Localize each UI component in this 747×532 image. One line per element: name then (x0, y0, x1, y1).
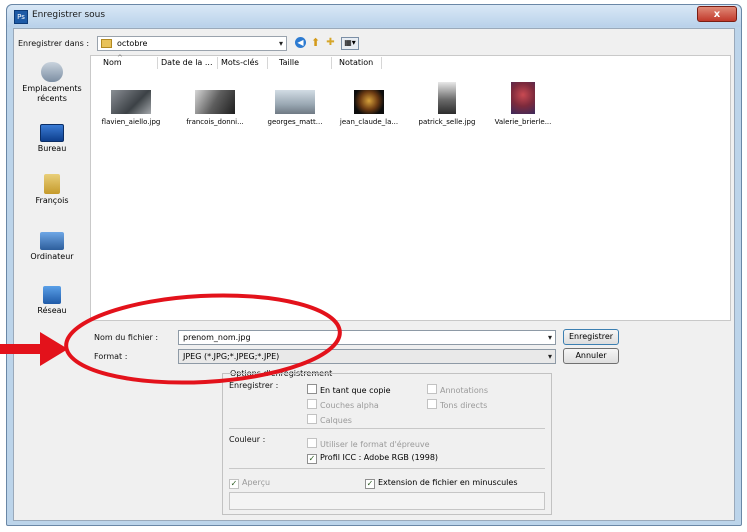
column-separator (381, 57, 382, 69)
annotations-checkbox[interactable]: Annotations (427, 384, 488, 395)
network-icon (43, 286, 61, 304)
sort-arrow-icon: ^ (117, 54, 123, 62)
dialog-title: Enregistrer sous (32, 10, 106, 20)
save-as-dialog: Ps Enregistrer sous x Enregistrer dans :… (6, 4, 742, 526)
lowercase-extension-checkbox[interactable]: ✓ Extension de fichier en minuscules (365, 478, 517, 489)
up-folder-icon[interactable]: ⬆ (310, 37, 321, 48)
checkmark-icon: ✓ (365, 479, 375, 489)
as-copy-label: En tant que copie (320, 386, 391, 395)
lowercase-extension-label: Extension de fichier en minuscules (378, 478, 518, 487)
chevron-down-icon: ▾ (278, 39, 283, 48)
file-item[interactable]: flavien_aiello.jpg (89, 80, 173, 126)
file-thumbnail (511, 82, 535, 114)
file-name: flavien_aiello.jpg (101, 118, 161, 126)
spot-colors-checkbox[interactable]: Tons directs (427, 399, 487, 410)
place-label: Emplacements récents (22, 84, 82, 103)
new-folder-icon[interactable]: ✚ (325, 37, 336, 48)
file-item[interactable]: Valerie_brierle... (481, 80, 565, 126)
close-button[interactable]: x (697, 6, 737, 22)
place-label: Bureau (37, 144, 67, 153)
alpha-channels-checkbox[interactable]: Couches alpha (307, 399, 379, 410)
checkmark-icon: ✓ (307, 454, 317, 464)
proof-setup-checkbox[interactable]: Utiliser le format d'épreuve (307, 438, 430, 449)
save-button[interactable]: Enregistrer (563, 329, 619, 345)
column-header-keywords[interactable]: Mots-clés (221, 58, 259, 67)
file-thumbnail (111, 90, 151, 114)
location-value: octobre (117, 39, 148, 48)
title-bar: Ps Enregistrer sous x (7, 5, 741, 27)
file-item[interactable]: francois_donni... (173, 80, 257, 126)
layers-label: Calques (320, 416, 352, 425)
chevron-down-icon: ▾ (547, 352, 552, 361)
layers-checkbox[interactable]: Calques (307, 414, 352, 425)
folder-icon (101, 39, 112, 48)
column-header-size[interactable]: Taille (279, 58, 299, 67)
checkbox-box (427, 384, 437, 394)
place-desktop[interactable]: Bureau (18, 124, 86, 154)
back-icon[interactable]: ◀ (295, 37, 306, 48)
preview-checkbox[interactable]: ✓ Aperçu (229, 478, 270, 489)
file-item[interactable]: jean_claude_la... (327, 80, 411, 126)
icc-profile-checkbox[interactable]: ✓ Profil ICC : Adobe RGB (1998) (307, 453, 438, 464)
view-menu-icon[interactable]: ▦▾ (341, 37, 359, 50)
checkbox-box (427, 399, 437, 409)
red-arrow-annotation (0, 332, 68, 366)
recent-places-icon (41, 62, 63, 82)
column-header-rating[interactable]: Notation (339, 58, 373, 67)
location-label: Enregistrer dans : (18, 39, 90, 48)
location-dropdown[interactable]: octobre ▾ (97, 36, 287, 51)
file-name: francois_donni... (186, 118, 244, 126)
spot-colors-label: Tons directs (440, 401, 488, 410)
file-thumbnail (354, 90, 384, 114)
file-thumbnail (195, 90, 235, 114)
place-label: François (35, 196, 69, 205)
cancel-button[interactable]: Annuler (563, 348, 619, 364)
file-item[interactable]: patrick_selle.jpg (405, 80, 489, 126)
user-folder-icon (44, 174, 60, 194)
annotations-label: Annotations (440, 386, 489, 395)
alpha-channels-label: Couches alpha (320, 401, 379, 410)
separator (229, 428, 545, 429)
file-name: Valerie_brierle... (494, 118, 552, 126)
desktop-icon (40, 124, 64, 142)
file-thumbnail (275, 90, 315, 114)
column-headers: Nom ^ Date de la ... Mots-clés Taille No… (91, 54, 730, 70)
proof-setup-label: Utiliser le format d'épreuve (320, 440, 430, 449)
ellipse-outline (64, 293, 342, 385)
checkmark-icon: ✓ (229, 479, 239, 489)
file-thumbnail (438, 82, 456, 114)
column-header-date[interactable]: Date de la ... (161, 58, 213, 67)
description-box (229, 492, 545, 510)
column-separator (157, 57, 158, 69)
place-recent[interactable]: Emplacements récents (18, 62, 86, 104)
arrow-shaft (0, 344, 42, 354)
preview-label: Aperçu (242, 478, 271, 487)
place-user[interactable]: François (18, 174, 86, 206)
color-label: Couleur : (229, 435, 266, 444)
checkbox-box (307, 438, 317, 448)
chevron-down-icon[interactable]: ▾ (548, 333, 552, 342)
checkbox-box (307, 399, 317, 409)
column-separator (331, 57, 332, 69)
photoshop-app-icon: Ps (14, 10, 28, 24)
file-name: georges_matt... (267, 118, 323, 126)
icc-profile-label: Profil ICC : Adobe RGB (1998) (320, 453, 439, 462)
checkbox-box (307, 414, 317, 424)
file-name: patrick_selle.jpg (418, 118, 476, 126)
computer-icon (40, 232, 64, 250)
file-name: jean_claude_la... (339, 118, 399, 126)
file-item[interactable]: georges_matt... (253, 80, 337, 126)
place-label: Ordinateur (30, 252, 74, 261)
place-computer[interactable]: Ordinateur (18, 232, 86, 262)
file-list[interactable]: Nom ^ Date de la ... Mots-clés Taille No… (89, 54, 731, 321)
column-separator (267, 57, 268, 69)
save-options-group: Enregistrer : En tant que copie Annotati… (222, 373, 552, 515)
separator (229, 468, 545, 469)
red-ellipse-annotation (64, 293, 342, 385)
dialog-body: Enregistrer dans : octobre ▾ ◀ ⬆ ✚ ▦▾ Em… (13, 28, 735, 521)
column-separator (217, 57, 218, 69)
